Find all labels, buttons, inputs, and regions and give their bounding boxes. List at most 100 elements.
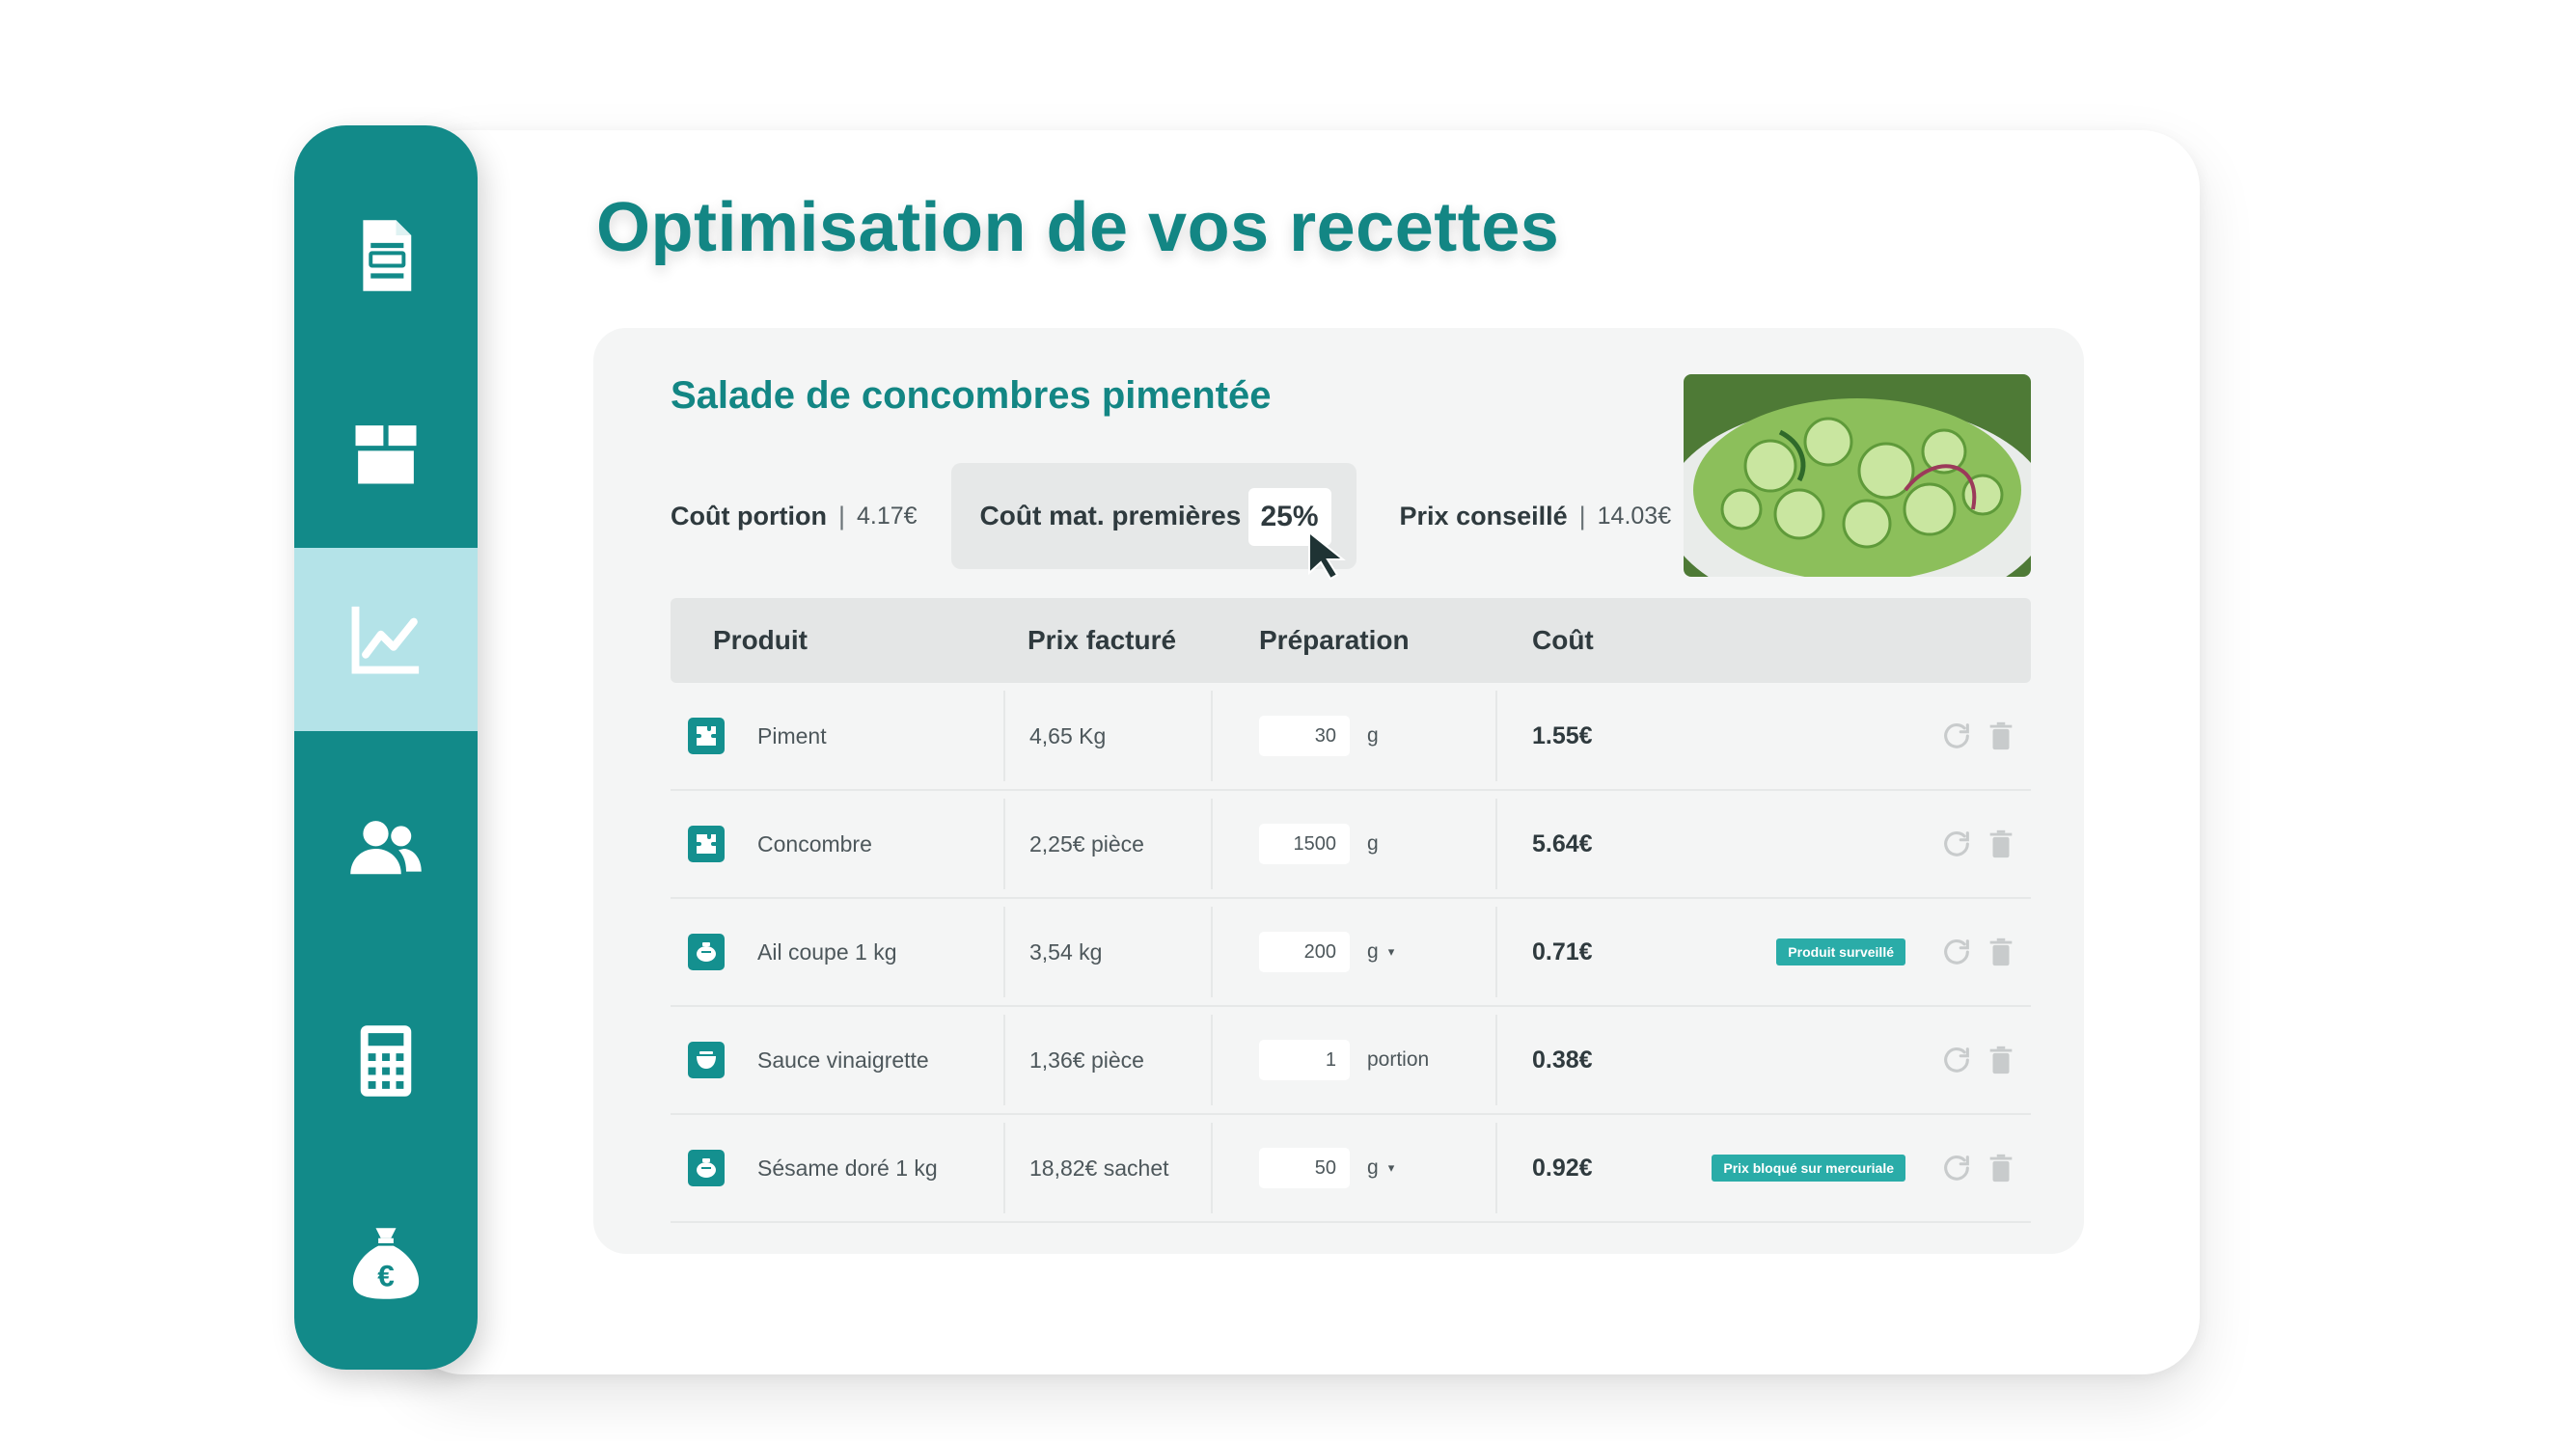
column-divider — [1003, 907, 1005, 997]
unit-label[interactable]: g — [1367, 940, 1379, 964]
ingredients-table: Produit Prix facturé Préparation Coût Pi… — [671, 598, 2031, 1223]
quantity-input[interactable] — [1259, 932, 1350, 972]
chart-line-icon — [351, 606, 420, 674]
header-price: Prix facturé — [1028, 625, 1177, 655]
unit-label: portion — [1367, 1048, 1430, 1071]
header-product: Produit — [713, 625, 808, 655]
column-divider — [1495, 1015, 1497, 1105]
sidebar: € — [294, 125, 478, 1370]
column-divider — [1211, 907, 1213, 997]
mouse-cursor-icon — [1308, 530, 1346, 581]
product-name[interactable]: Ail coupe 1 kg — [757, 899, 896, 1005]
refresh-icon[interactable] — [1940, 828, 1973, 860]
chevron-down-icon[interactable]: ▾ — [1388, 944, 1395, 960]
column-divider — [1003, 799, 1005, 889]
column-divider — [1003, 691, 1005, 781]
trash-icon[interactable] — [1985, 936, 2017, 968]
suggested-price-label: Prix conseillé — [1399, 501, 1568, 530]
table-row: Sésame doré 1 kg 18,82€ sachet g ▾ 0.92€ Prix… — [671, 1115, 2031, 1223]
svg-text:€: € — [377, 1259, 395, 1293]
metric-suggested-price: Prix conseillé | 14.03€ — [1400, 502, 1672, 531]
column-divider — [1211, 691, 1213, 781]
quantity-input[interactable] — [1259, 1148, 1350, 1188]
trash-icon[interactable] — [1985, 720, 2017, 752]
nav-team[interactable] — [294, 757, 478, 940]
cost-value: 0.71€ — [1532, 938, 1593, 965]
billed-price: 18,82€ sachet — [1029, 1155, 1169, 1181]
billed-price: 2,25€ pièce — [1029, 830, 1144, 856]
recipe-name: Salade de concombres pimentée — [671, 374, 1272, 417]
refresh-icon[interactable] — [1940, 936, 1973, 968]
column-divider — [1211, 1015, 1213, 1105]
metric-cost-portion: Coût portion | 4.17€ — [671, 502, 918, 531]
puzzle-icon — [688, 826, 725, 862]
table-row: Ail coupe 1 kg 3,54 kg g ▾ 0.71€ Produit surv… — [671, 899, 2031, 1007]
trash-icon[interactable] — [1985, 1152, 2017, 1184]
cost-value: 1.55€ — [1532, 721, 1593, 749]
table-header: Produit Prix facturé Préparation Coût — [671, 598, 2031, 683]
nav-finance[interactable]: € — [294, 1172, 478, 1355]
cost-value: 5.64€ — [1532, 829, 1593, 857]
trash-icon[interactable] — [1985, 1044, 2017, 1076]
recipe-metrics: Coût portion | 4.17€ Coût mat. premières… — [671, 463, 1671, 569]
column-divider — [1495, 691, 1497, 781]
unit-label: g — [1367, 832, 1379, 855]
page-title: Optimisation de vos recettes — [596, 189, 1560, 266]
nav-calculator[interactable] — [294, 969, 478, 1153]
billed-price: 3,54 kg — [1029, 938, 1103, 965]
status-badge: Prix bloqué sur mercuriale — [1712, 1155, 1905, 1182]
refresh-icon[interactable] — [1940, 720, 1973, 752]
product-name[interactable]: Sésame doré 1 kg — [757, 1115, 938, 1221]
users-icon — [350, 821, 422, 875]
column-divider — [1211, 1123, 1213, 1213]
column-divider — [1495, 1123, 1497, 1213]
quantity-input[interactable] — [1259, 716, 1350, 756]
header-preparation: Préparation — [1259, 625, 1410, 655]
column-divider — [1211, 799, 1213, 889]
metric-raw-material: Coût mat. premières — [950, 463, 1357, 569]
column-divider — [1495, 799, 1497, 889]
nav-documents[interactable] — [294, 164, 478, 347]
header-cost: Coût — [1532, 625, 1594, 655]
product-name[interactable]: Concombre — [757, 791, 872, 897]
cost-portion-value: 4.17€ — [856, 502, 918, 530]
refresh-icon[interactable] — [1940, 1044, 1973, 1076]
column-divider — [1003, 1123, 1005, 1213]
billed-price: 1,36€ pièce — [1029, 1047, 1144, 1073]
cost-value: 0.92€ — [1532, 1154, 1593, 1182]
status-badge: Produit surveillé — [1776, 938, 1905, 965]
quantity-input[interactable] — [1259, 824, 1350, 864]
table-body: Piment 4,65 Kg g 1.55€ Concombre 2,25€ pièce g… — [671, 683, 2031, 1223]
document-icon — [363, 220, 412, 291]
puzzle-icon — [688, 718, 725, 754]
box-icon — [355, 425, 417, 484]
separator: | — [837, 501, 845, 530]
pot-icon — [688, 934, 725, 970]
quantity-input[interactable] — [1259, 1040, 1350, 1080]
unit-label: g — [1367, 724, 1379, 747]
column-divider — [1495, 907, 1497, 997]
recipe-photo — [1684, 374, 2031, 577]
money-bag-euro-icon: € — [352, 1228, 420, 1299]
table-row: Piment 4,65 Kg g 1.55€ — [671, 683, 2031, 791]
billed-price: 4,65 Kg — [1029, 722, 1107, 748]
product-name[interactable]: Piment — [757, 683, 827, 789]
trash-icon[interactable] — [1985, 828, 2017, 860]
chevron-down-icon[interactable]: ▾ — [1388, 1160, 1395, 1176]
cost-value: 0.38€ — [1532, 1046, 1593, 1074]
cost-portion-label: Coût portion — [671, 501, 827, 530]
raw-material-label: Coût mat. premières — [979, 501, 1242, 530]
refresh-icon[interactable] — [1940, 1152, 1973, 1184]
suggested-price-value: 14.03€ — [1597, 502, 1672, 530]
pot-icon — [688, 1150, 725, 1186]
unit-label[interactable]: g — [1367, 1156, 1379, 1180]
calculator-icon — [360, 1025, 412, 1097]
nav-inventory[interactable] — [294, 362, 478, 545]
nav-analytics[interactable] — [294, 548, 478, 731]
product-name[interactable]: Sauce vinaigrette — [757, 1007, 929, 1113]
bowl-icon — [688, 1042, 725, 1078]
table-row: Concombre 2,25€ pièce g 5.64€ — [671, 791, 2031, 899]
column-divider — [1003, 1015, 1005, 1105]
separator: | — [1578, 501, 1586, 530]
table-row: Sauce vinaigrette 1,36€ pièce portion 0.38€ — [671, 1007, 2031, 1115]
